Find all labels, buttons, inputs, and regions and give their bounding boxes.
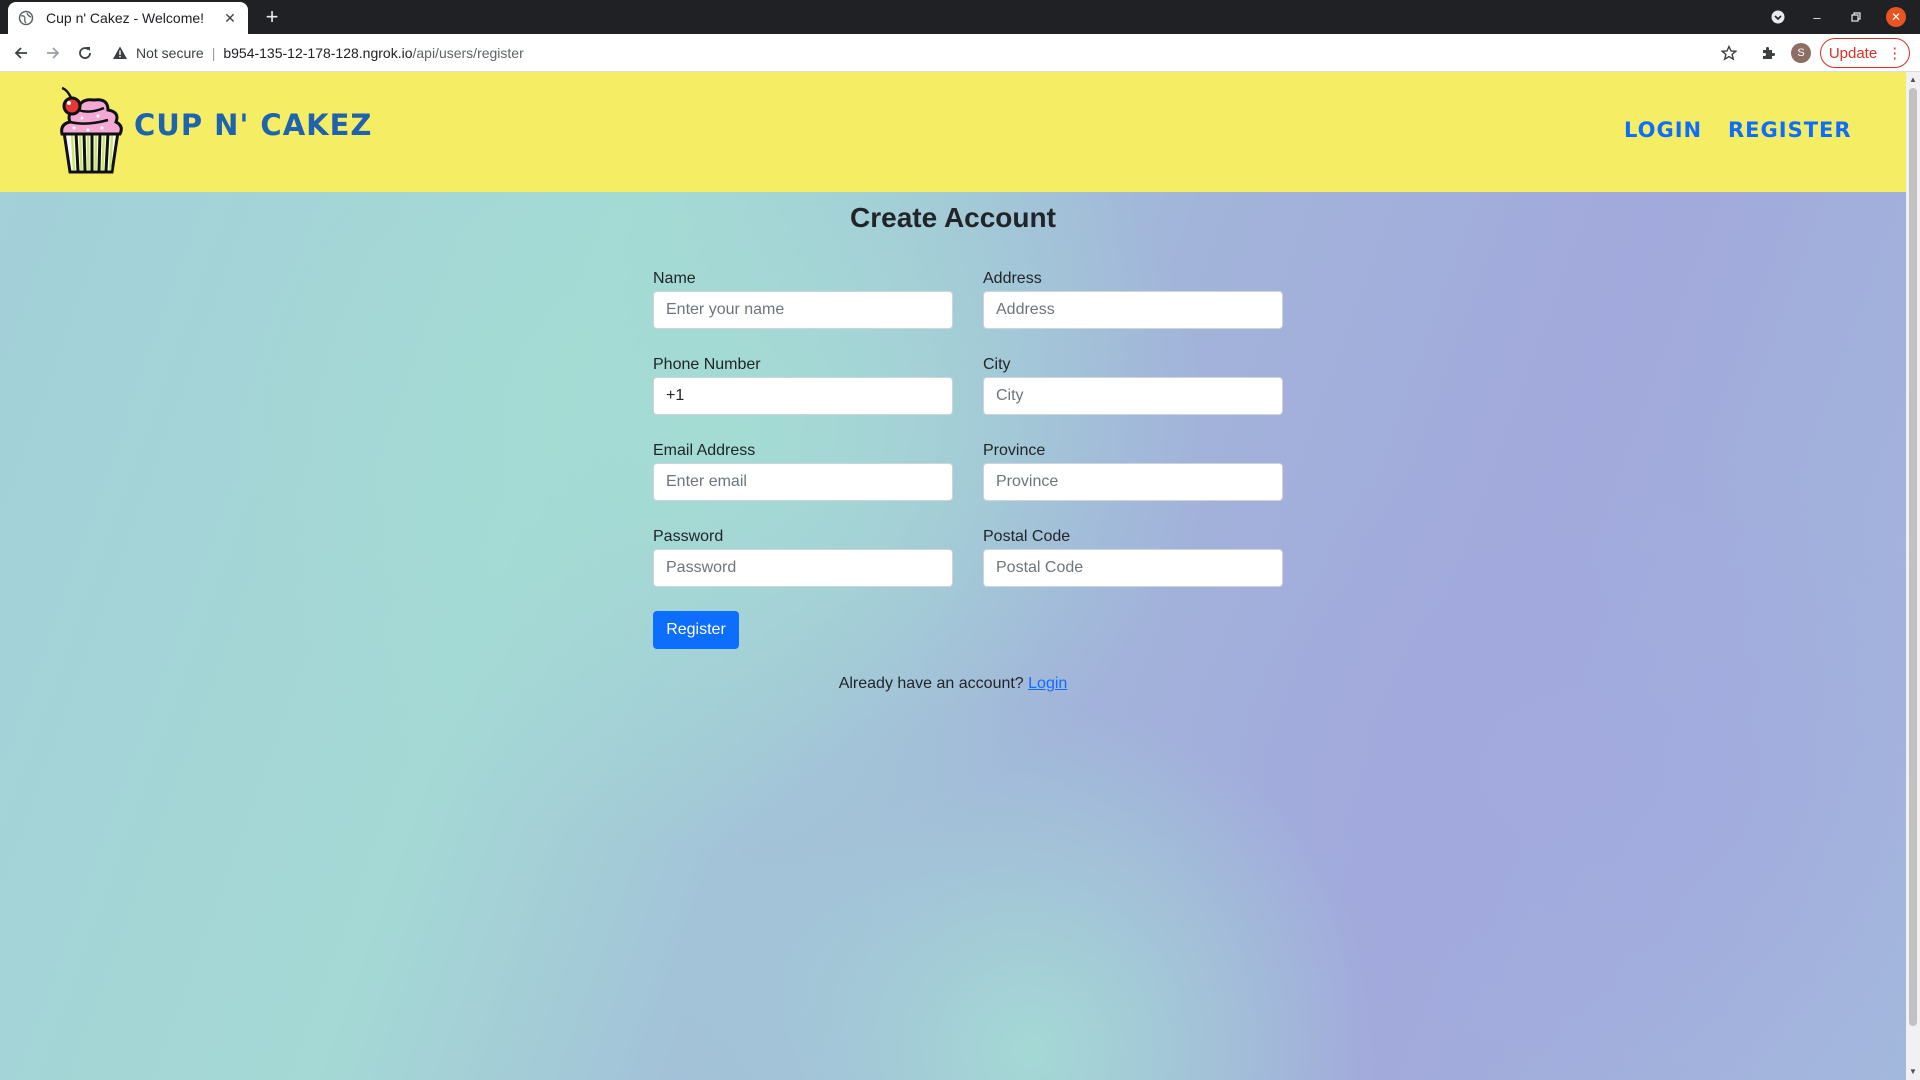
email-input[interactable] xyxy=(653,463,953,501)
postal-code-label: Postal Code xyxy=(983,528,1071,545)
address-label: Address xyxy=(983,270,1042,287)
globe-icon xyxy=(18,10,34,26)
new-tab-button[interactable]: + xyxy=(260,5,284,29)
update-button[interactable]: Update ⋮ xyxy=(1820,38,1910,68)
bookmark-star-icon[interactable] xyxy=(1718,42,1740,64)
login-prompt: Already have an account? Login xyxy=(653,675,1253,693)
url-host: b954-135-12-178-128.ngrok.io xyxy=(223,45,413,61)
name-label: Name xyxy=(653,270,696,287)
page-scrollbar[interactable]: ▲ ▼ xyxy=(1906,72,1920,1080)
city-input[interactable] xyxy=(983,377,1283,415)
restore-icon[interactable] xyxy=(1846,7,1866,27)
browser-tab-bar: Cup n' Cakez - Welcome! ✕ + – ✕ xyxy=(0,0,1920,34)
province-input[interactable] xyxy=(983,463,1283,501)
email-label: Email Address xyxy=(653,442,756,459)
scroll-down-arrow-icon[interactable]: ▼ xyxy=(1906,1066,1920,1078)
register-button[interactable]: Register xyxy=(653,611,739,649)
site-header: CUP N' CAKEZ LOGIN REGISTER xyxy=(0,72,1906,192)
phone-input[interactable] xyxy=(653,377,953,415)
scroll-up-arrow-icon[interactable]: ▲ xyxy=(1906,74,1920,86)
url-divider: | xyxy=(211,45,216,61)
postal-code-input[interactable] xyxy=(983,549,1283,587)
minimize-icon[interactable]: – xyxy=(1807,7,1827,27)
address-input[interactable] xyxy=(983,291,1283,329)
extensions-icon[interactable] xyxy=(1757,42,1779,64)
login-link[interactable]: Login xyxy=(1028,675,1067,692)
page-content: CUP N' CAKEZ LOGIN REGISTER Create Accou… xyxy=(0,72,1906,1080)
scrollbar-thumb[interactable] xyxy=(1909,88,1917,1026)
back-icon[interactable] xyxy=(10,42,32,64)
name-input[interactable] xyxy=(653,291,953,329)
url-path: /api/users/register xyxy=(412,45,524,61)
nav-register-link[interactable]: REGISTER xyxy=(1728,118,1852,142)
tab-title: Cup n' Cakez - Welcome! xyxy=(46,10,205,26)
window-close-icon[interactable]: ✕ xyxy=(1886,7,1906,27)
nav-login-link[interactable]: LOGIN xyxy=(1624,118,1702,142)
update-label: Update xyxy=(1828,44,1878,62)
profile-avatar[interactable]: S xyxy=(1791,43,1811,63)
page-title: Create Account xyxy=(850,202,1056,233)
more-vert-icon: ⋮ xyxy=(1887,45,1902,62)
reload-icon[interactable] xyxy=(74,42,96,64)
password-label: Password xyxy=(653,528,724,545)
forward-icon[interactable] xyxy=(42,42,64,64)
not-secure-label: Not secure xyxy=(136,45,204,61)
phone-label: Phone Number xyxy=(653,356,761,373)
brand-name: CUP N' CAKEZ xyxy=(134,108,373,142)
url-bar[interactable]: Not secure | b954-135-12-178-128.ngrok.i… xyxy=(112,40,1732,66)
province-label: Province xyxy=(983,442,1046,459)
browser-toolbar: Not secure | b954-135-12-178-128.ngrok.i… xyxy=(0,34,1920,72)
tab-search-icon[interactable] xyxy=(1768,7,1788,27)
cupcake-logo-icon xyxy=(60,86,123,174)
login-prompt-text: Already have an account? xyxy=(838,675,1024,692)
browser-tab[interactable]: Cup n' Cakez - Welcome! ✕ xyxy=(8,2,248,34)
warning-icon xyxy=(113,46,127,59)
city-label: City xyxy=(983,356,1011,373)
password-input[interactable] xyxy=(653,549,953,587)
tab-close-icon[interactable]: ✕ xyxy=(222,10,238,27)
